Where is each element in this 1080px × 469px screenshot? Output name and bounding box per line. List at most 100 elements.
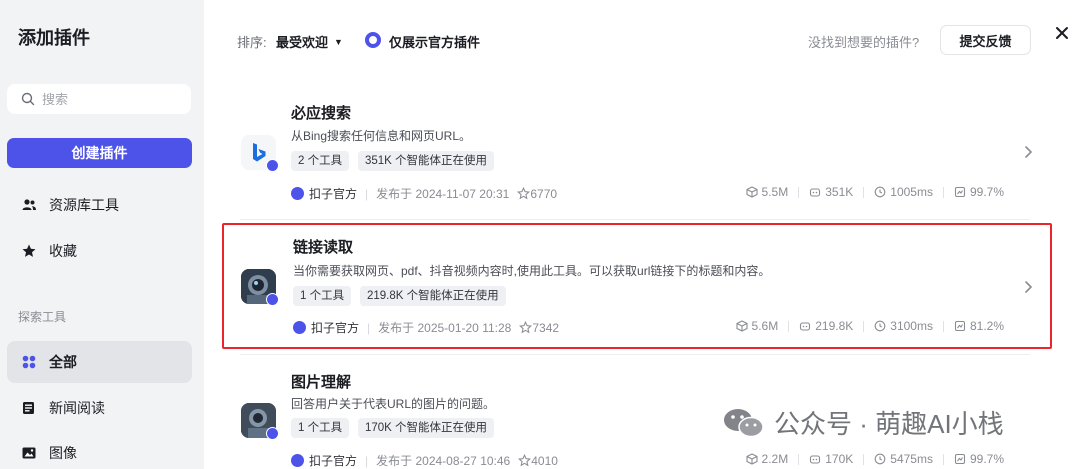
dialog-title: 添加插件 <box>18 28 90 48</box>
divider <box>863 320 865 332</box>
author-name: 扣子官方 <box>311 321 360 335</box>
divider <box>863 186 865 198</box>
sidebar-item-all[interactable]: 全部 <box>7 341 192 383</box>
plugin-description: 回答用户关于代表URL的图片的问题。 <box>291 397 496 411</box>
divider <box>788 320 790 332</box>
bots-stat: 351K <box>809 185 853 199</box>
watermark-text: 公众号 · 萌趣AI小栈 <box>774 409 1004 439</box>
divider <box>863 453 865 465</box>
star-count-value: 6770 <box>530 186 558 201</box>
divider <box>240 354 1030 355</box>
plugin-name: 图片理解 <box>291 374 352 391</box>
calls-stat: 5.6M <box>735 319 779 333</box>
latency-value: 1005ms <box>890 185 933 199</box>
official-only-label[interactable]: 仅展示官方插件 <box>389 32 480 51</box>
search-input[interactable] <box>42 91 182 107</box>
plugin-name: 链接读取 <box>293 239 354 256</box>
success-value: 99.7% <box>969 452 1004 466</box>
sidebar-item-image[interactable]: 图像 <box>7 432 192 469</box>
star-count: 7342 <box>519 321 559 335</box>
star-icon <box>21 243 37 259</box>
latency-value: 3100ms <box>890 319 933 333</box>
plugin-card-link-reader[interactable]: 链接读取 当你需要获取网页、pdf、抖音视频内容时,使用此工具。可以获取url链… <box>222 223 1052 349</box>
chevron-right-icon <box>1025 146 1033 158</box>
author-name: 扣子官方 <box>309 454 358 468</box>
official-badge-icon <box>266 159 279 172</box>
star-count-value: 7342 <box>532 320 560 335</box>
divider <box>798 453 800 465</box>
latency-stat: 5475ms <box>874 452 933 466</box>
create-plugin-button[interactable]: 创建插件 <box>7 138 192 168</box>
divider <box>240 219 1030 220</box>
bot-icon <box>810 188 821 197</box>
sidebar-item-label: 收藏 <box>49 243 77 259</box>
divider <box>942 320 944 332</box>
divider: | <box>367 320 371 335</box>
explore-section-label: 探索工具 <box>18 310 67 324</box>
feedback-button[interactable]: 提交反馈 <box>940 25 1031 55</box>
plugin-card-bing[interactable]: 必应搜索 从Bing搜索任何信息和网页URL。 2 个工具 351K 个智能体正… <box>222 88 1052 214</box>
plugin-meta: 扣子官方 | 发布于 2025-01-20 11:28 7342 <box>293 319 559 336</box>
author-icon <box>291 187 304 200</box>
star-outline-icon <box>519 321 533 334</box>
caret-down-icon: ▼ <box>334 36 343 47</box>
bots-value: 351K <box>825 185 854 199</box>
wechat-icon <box>724 408 764 437</box>
chart-icon <box>954 453 966 465</box>
publish-date: 发布于 2024-08-27 10:46 <box>376 454 511 468</box>
latency-stat: 1005ms <box>874 185 933 199</box>
publish-date: 发布于 2024-11-07 20:31 <box>376 187 510 201</box>
sort-dropdown[interactable]: 最受欢迎 ▼ <box>276 32 343 51</box>
chart-icon <box>954 320 966 332</box>
people-icon <box>21 197 37 213</box>
star-count: 4010 <box>518 454 558 468</box>
search-box[interactable] <box>7 84 191 114</box>
sidebar-item-library-tools[interactable]: 资源库工具 <box>7 184 192 226</box>
bots-stat: 170K <box>809 452 853 466</box>
sidebar-item-label: 新闻阅读 <box>49 400 105 416</box>
divider <box>942 453 944 465</box>
official-only-radio[interactable] <box>365 32 381 48</box>
sidebar-item-label: 资源库工具 <box>49 197 119 213</box>
calls-stat: 5.5M <box>745 185 789 199</box>
author-icon <box>291 454 304 467</box>
divider <box>942 186 944 198</box>
bots-value: 170K <box>825 452 854 466</box>
plugin-meta: 扣子官方 | 发布于 2024-08-27 10:46 4010 <box>291 452 558 469</box>
latency-stat: 3100ms <box>874 319 933 333</box>
news-icon <box>21 400 37 416</box>
watermark: 公众号 · 萌趣AI小栈 <box>722 404 1004 441</box>
author-icon <box>293 321 306 334</box>
tools-count-tag: 1 个工具 <box>293 286 352 306</box>
image-icon <box>21 445 37 461</box>
sort-label: 排序: <box>237 35 267 50</box>
calls-value: 5.6M <box>751 319 779 333</box>
latency-value: 5475ms <box>890 452 933 466</box>
star-outline-icon <box>518 454 532 467</box>
sidebar-item-news[interactable]: 新闻阅读 <box>7 387 192 429</box>
cube-icon <box>745 186 758 198</box>
success-stat: 99.7% <box>954 452 1004 466</box>
cube-icon <box>735 320 748 332</box>
success-stat: 81.2% <box>954 319 1004 333</box>
star-outline-icon <box>517 187 531 200</box>
sidebar-item-favorites[interactable]: 收藏 <box>7 230 192 272</box>
calls-stat: 2.2M <box>745 452 788 466</box>
sidebar-item-label: 图像 <box>49 445 77 461</box>
cube-icon <box>745 453 758 465</box>
tools-count-tag: 2 个工具 <box>291 151 350 171</box>
official-badge-icon <box>266 427 279 440</box>
clock-icon <box>874 453 886 465</box>
close-icon[interactable] <box>1053 24 1071 42</box>
bot-icon <box>800 322 811 331</box>
not-found-text: 没找到想要的插件? <box>808 35 920 50</box>
grid-icon <box>21 354 37 370</box>
success-value: 99.7% <box>969 185 1004 199</box>
star-count: 6770 <box>517 187 557 201</box>
calls-value: 5.5M <box>761 185 789 199</box>
sort-value: 最受欢迎 <box>276 35 329 50</box>
bots-value: 219.8K <box>815 319 854 333</box>
plugin-stats: 5.5M 351K 1005ms 99.7% <box>736 185 1004 199</box>
divider: | <box>365 186 369 201</box>
clock-icon <box>874 320 886 332</box>
